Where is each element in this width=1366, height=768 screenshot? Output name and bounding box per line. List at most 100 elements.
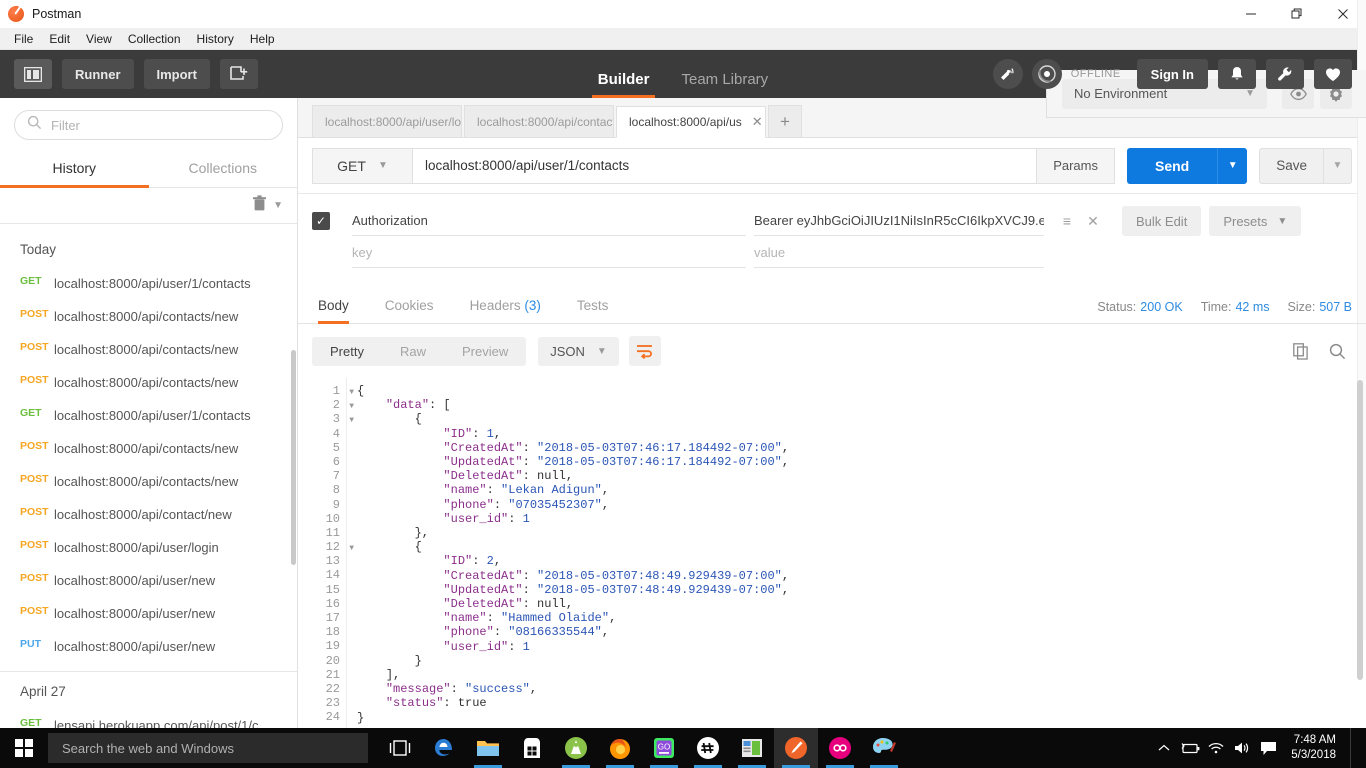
- menu-collection[interactable]: Collection: [120, 29, 189, 49]
- list-item[interactable]: POST localhost:8000/api/contacts/new: [0, 333, 297, 366]
- word-wrap-icon[interactable]: [628, 336, 661, 366]
- send-options-button[interactable]: ▼: [1217, 147, 1248, 184]
- tab-builder[interactable]: Builder: [582, 71, 666, 98]
- satellite-icon[interactable]: [992, 59, 1023, 89]
- list-item[interactable]: POST localhost:8000/api/contacts/new: [0, 465, 297, 498]
- maximize-button[interactable]: [1274, 0, 1320, 28]
- sidebar-tab-collections[interactable]: Collections: [149, 150, 298, 187]
- header-key[interactable]: Authorization: [352, 206, 746, 236]
- tab-body[interactable]: Body: [312, 298, 367, 324]
- list-item[interactable]: POST localhost:8000/api/contacts/new: [0, 300, 297, 333]
- fold-toggle-icon[interactable]: ▼: [349, 400, 354, 414]
- taskbar-search-box[interactable]: Search the web and Windows: [48, 733, 368, 763]
- list-item[interactable]: POST localhost:8000/api/contacts/new: [0, 366, 297, 399]
- paint-icon[interactable]: [862, 728, 906, 768]
- list-item[interactable]: GET localhost:8000/api/user/1/contacts: [0, 399, 297, 432]
- response-body-viewer[interactable]: 1 ▼ 2 ▼ 3 ▼ 4 5 6 7 8 9 10 11 12 ▼ 13 14 15 16 17 18 19 20 21 22 2…: [298, 378, 1366, 738]
- bell-icon[interactable]: [1218, 59, 1256, 89]
- format-preview[interactable]: Preview: [444, 337, 526, 366]
- header-enabled-checkbox[interactable]: ✓: [312, 212, 330, 230]
- firefox-icon[interactable]: [598, 728, 642, 768]
- header-key-placeholder[interactable]: key: [352, 238, 746, 268]
- header-value-placeholder[interactable]: value: [754, 238, 1044, 268]
- request-tab[interactable]: localhost:8000/api/user/log: [312, 105, 462, 137]
- start-button[interactable]: [0, 728, 48, 768]
- menu-file[interactable]: File: [6, 29, 41, 49]
- search-response-icon[interactable]: [1322, 336, 1352, 366]
- new-tab-button[interactable]: +: [768, 105, 802, 137]
- delete-header-icon[interactable]: ✕: [1080, 208, 1106, 234]
- store-icon[interactable]: [510, 728, 554, 768]
- action-center-icon[interactable]: [1255, 741, 1281, 756]
- list-item[interactable]: POST localhost:8000/api/user/new: [0, 597, 297, 630]
- battery-icon[interactable]: [1177, 742, 1203, 755]
- save-options-button[interactable]: ▼: [1324, 147, 1352, 184]
- goland-icon[interactable]: GO: [642, 728, 686, 768]
- header-enabled-checkbox-empty[interactable]: [312, 244, 330, 262]
- oo-app-icon[interactable]: [818, 728, 862, 768]
- close-icon[interactable]: ✕: [752, 114, 763, 130]
- list-item[interactable]: POST localhost:8000/api/user/login: [0, 531, 297, 564]
- tab-tests[interactable]: Tests: [559, 298, 627, 323]
- menu-history[interactable]: History: [189, 29, 242, 49]
- code-scrollbar[interactable]: [1357, 380, 1363, 680]
- chevron-down-icon[interactable]: ▼: [273, 200, 283, 211]
- bulk-edit-button[interactable]: Bulk Edit: [1122, 206, 1202, 236]
- http-method-select[interactable]: GET ▼: [312, 147, 412, 184]
- menu-help[interactable]: Help: [242, 29, 283, 49]
- fold-toggle-icon[interactable]: ▼: [349, 386, 354, 400]
- postman-taskbar-icon[interactable]: [774, 728, 818, 768]
- send-button[interactable]: Send: [1126, 147, 1218, 184]
- tab-team-library[interactable]: Team Library: [665, 71, 784, 98]
- format-pretty[interactable]: Pretty: [312, 336, 382, 366]
- show-hidden-icons-chevron[interactable]: [1151, 744, 1177, 752]
- request-tab-active[interactable]: localhost:8000/api/us ✕: [616, 106, 766, 138]
- heart-icon[interactable]: [1314, 59, 1352, 89]
- fold-toggle-icon[interactable]: ▼: [349, 542, 354, 556]
- list-item[interactable]: PUT localhost:8000/api/user/new: [0, 630, 297, 663]
- menu-view[interactable]: View: [78, 29, 120, 49]
- fold-toggle-icon[interactable]: ▼: [349, 414, 354, 428]
- header-value[interactable]: Bearer eyJhbGciOiJIUzI1NiIsInR5cCI6IkpXV…: [754, 206, 1044, 236]
- volume-icon[interactable]: [1229, 741, 1255, 755]
- request-tab[interactable]: localhost:8000/api/contacts: [464, 105, 614, 137]
- list-item[interactable]: POST localhost:8000/api/user/new: [0, 564, 297, 597]
- menu-edit[interactable]: Edit: [41, 29, 78, 49]
- minimize-button[interactable]: [1228, 0, 1274, 28]
- new-window-icon[interactable]: [219, 59, 258, 89]
- wifi-icon[interactable]: [1203, 741, 1229, 755]
- request-url-input[interactable]: [412, 147, 1038, 184]
- sidebar-tab-history[interactable]: History: [0, 150, 149, 188]
- slack-icon[interactable]: [686, 728, 730, 768]
- list-item[interactable]: GET localhost:8000/api/user/1/contacts: [0, 267, 297, 300]
- clock[interactable]: 7:48 AM 5/3/2018: [1291, 733, 1336, 763]
- sign-in-button[interactable]: Sign In: [1136, 59, 1208, 89]
- save-button[interactable]: Save: [1259, 147, 1324, 184]
- runner-button[interactable]: Runner: [62, 59, 134, 89]
- list-item[interactable]: POST localhost:8000/api/contacts/new: [0, 432, 297, 465]
- spreadsheet-app-icon[interactable]: [730, 728, 774, 768]
- sidebar-scrollbar[interactable]: [291, 350, 296, 565]
- filter-input[interactable]: [51, 117, 270, 133]
- task-view-icon[interactable]: [378, 728, 422, 768]
- filter-box[interactable]: [14, 110, 283, 140]
- wrench-icon[interactable]: [1266, 59, 1304, 89]
- sync-status-icon[interactable]: [1031, 59, 1062, 89]
- trash-icon[interactable]: [252, 194, 267, 217]
- language-select[interactable]: JSON ▼: [538, 336, 619, 366]
- presets-button[interactable]: Presets ▼: [1209, 206, 1302, 236]
- copy-icon[interactable]: [1286, 336, 1316, 366]
- history-list[interactable]: Today GET localhost:8000/api/user/1/cont…: [0, 224, 297, 738]
- params-button[interactable]: Params: [1037, 147, 1115, 184]
- import-button[interactable]: Import: [143, 59, 210, 89]
- file-explorer-icon[interactable]: [466, 728, 510, 768]
- format-raw[interactable]: Raw: [382, 337, 444, 366]
- show-desktop-button[interactable]: [1350, 728, 1356, 768]
- edge-icon[interactable]: [422, 728, 466, 768]
- tab-cookies[interactable]: Cookies: [367, 298, 452, 323]
- toggle-sidebar-button[interactable]: [14, 59, 52, 89]
- tab-headers[interactable]: Headers (3): [452, 298, 559, 323]
- json-code[interactable]: { "data": [ { "ID": 1, "CreatedAt": "201…: [346, 378, 1366, 738]
- list-item[interactable]: POST localhost:8000/api/contact/new: [0, 498, 297, 531]
- android-studio-icon[interactable]: [554, 728, 598, 768]
